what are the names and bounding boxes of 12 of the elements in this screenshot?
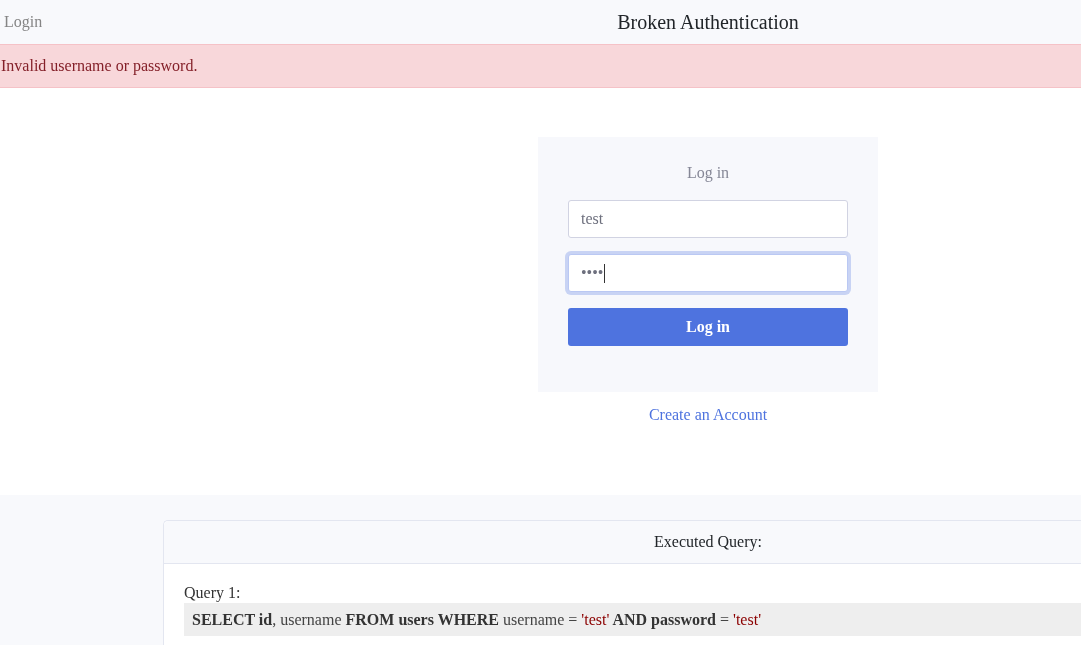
sql-query-text: SELECT id, username FROM users WHERE username = 'test' AND password = 'test'	[184, 603, 1081, 636]
form-heading: Log in	[685, 163, 731, 184]
error-alert: Invalid username or password.	[0, 44, 1081, 88]
login-link[interactable]: Login	[4, 10, 43, 34]
login-button[interactable]: Log in	[568, 308, 848, 346]
password-field[interactable]: ••••	[568, 254, 848, 292]
username-field[interactable]: test	[568, 200, 848, 238]
text-cursor-icon	[604, 263, 606, 283]
card-header: Executed Query:	[164, 521, 1081, 564]
query-label: Query 1:	[184, 583, 242, 603]
page-title: Broken Authentication	[617, 10, 799, 35]
create-account-link[interactable]: Create an Account	[648, 403, 768, 427]
